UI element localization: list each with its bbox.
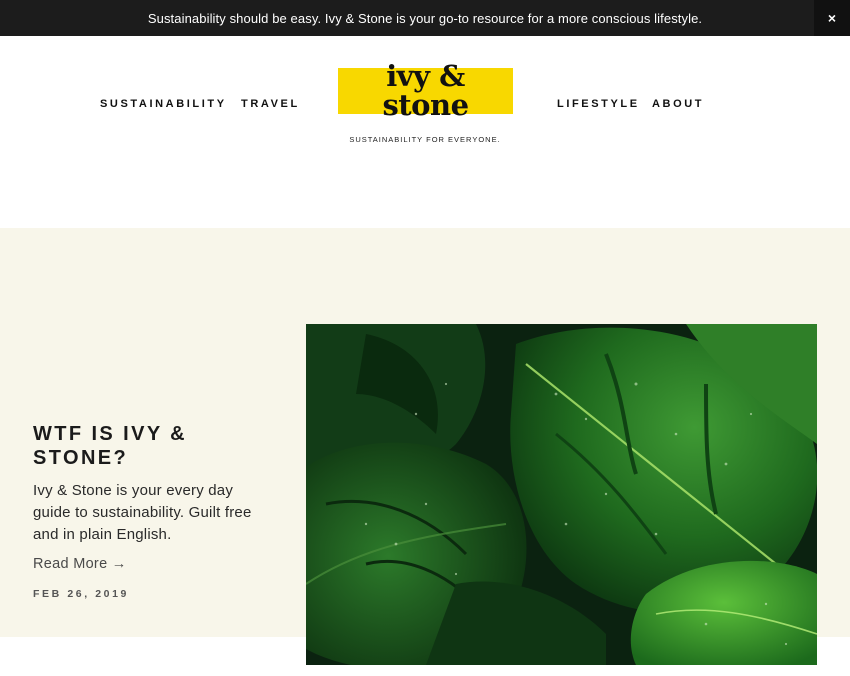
announcement-bar: Sustainability should be easy. Ivy & Sto… (0, 0, 850, 36)
nav-travel[interactable]: TRAVEL (241, 98, 300, 110)
logo-line-1: ivy & (386, 59, 465, 93)
announcement-text: Sustainability should be easy. Ivy & Sto… (147, 10, 703, 26)
close-announcement-button[interactable]: × (814, 0, 850, 36)
nav-lifestyle[interactable]: LIFESTYLE (557, 98, 640, 110)
close-icon: × (827, 10, 837, 26)
nav-about[interactable]: ABOUT (652, 98, 704, 110)
featured-post-excerpt: Ivy & Stone is your every day guide to s… (33, 482, 252, 543)
featured-post-date: FEB 26, 2019 (33, 588, 129, 600)
read-more-link[interactable]: Read More → (33, 556, 127, 572)
site-tagline: SUSTAINABILITY FOR EVERYONE. (349, 135, 501, 144)
logo-line-2: stone (382, 88, 469, 122)
site-header: SUSTAINABILITY TRAVEL ivy & stone SUSTAI… (0, 36, 850, 228)
monstera-leaves-photo (306, 324, 817, 665)
featured-post-title[interactable]: WTF IS IVY & STONE? (33, 422, 263, 470)
nav-sustainability[interactable]: SUSTAINABILITY (100, 98, 227, 110)
featured-post-image[interactable] (306, 324, 817, 665)
site-logo[interactable]: ivy & stone (338, 62, 513, 120)
